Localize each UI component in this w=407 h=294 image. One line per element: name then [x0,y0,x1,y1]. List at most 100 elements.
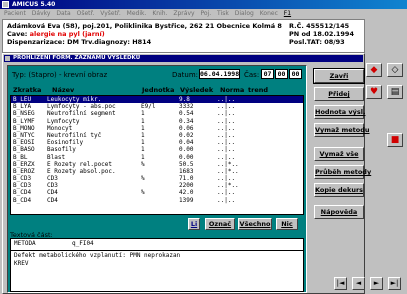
result-cell-zkratka: B_BL [13,153,28,161]
right-toolbar: ◆ ◇ ♥ ▤ ■ [365,53,407,294]
text-method-label: METODA [14,240,36,247]
result-cell-nazev: CD3 [47,182,58,190]
result-cell-vysledek: 0.00 [179,153,194,161]
menu-item[interactable]: Vyšetř. [100,10,121,17]
result-cell-nazev: CD4 [47,196,58,204]
text-method-code: q_FI04 [72,240,94,247]
result-cell-zkratka: B_LYMF [13,117,35,125]
method-progress-button[interactable]: Průběh metody [314,165,371,179]
col-vysledek: Výsledek [180,86,214,94]
result-cell-zkratka: B_CD4 [13,189,32,197]
result-row[interactable]: B_BL Blast 1 0.00 ..|.. [11,154,303,161]
diamond-icon[interactable]: ◇ [387,63,403,77]
result-cell-jednotka: 1 [141,139,145,147]
red-diamond-icon[interactable]: ◆ [366,63,382,77]
result-cell-jednotka: 1 [141,146,145,154]
nav-next-button[interactable]: ► [370,277,383,290]
datum-label: Datum: [172,71,199,79]
result-row[interactable]: B_LYMF Lymfocyty 1 0.34 ..|.. [11,118,303,125]
menu-bar: Pacient Dávky Data Ošetř. Vyšetř. Medik.… [0,9,407,18]
copy-dekurs-button[interactable]: Kopie dekurs [314,183,364,197]
add-button[interactable]: Přidej [314,87,364,101]
text-divider [11,250,303,251]
result-cell-nazev: E Rozety rel.pocet [47,160,113,168]
patient-name-line: Adámková Eva (58), poj.201, Poliklinika … [7,22,282,30]
delete-method-button[interactable]: Vymaž metodu [314,123,370,137]
result-cell-nazev: Eosinofily [47,139,84,147]
menu-item[interactable]: Data [56,10,70,17]
menu-item[interactable]: Dávky [32,10,51,17]
result-row[interactable]: B_NTYC Neutrofilní tyč 1 0.02 ..|.. [11,132,303,139]
result-cell-norma: ..|.. [217,189,236,197]
nav-prev-button[interactable]: ◄ [352,277,365,290]
result-row[interactable]: B_LYA Lymfocyty - abs.poc E9/l 3332 ..|.. [11,103,303,110]
menu-item[interactable]: Medik. [127,10,147,17]
result-row[interactable]: B_ERZX E Rozety rel.pocet% 50.5 ..|*.. [11,161,303,168]
cas-minute-field[interactable]: 00 [275,69,288,79]
results-panel: Typ: (Stapro) - krevní obraz Datum: 06.0… [7,65,307,293]
heart-icon[interactable]: ♥ [366,85,382,99]
result-cell-norma: ..|.. [217,110,236,118]
text-part-box[interactable]: METODA q_FI04 Defekt metabolického vzpla… [10,238,304,292]
menu-item[interactable]: Ošetř. [77,10,95,17]
result-row[interactable]: B_CD4 CD4% 42.0 ..|.. [11,189,303,196]
result-row[interactable]: B_LEU Leukocyty mikr. 9.8 ..|.. [11,96,303,104]
result-type: Typ: (Stapro) - krevní obraz [12,71,108,79]
vsechno-button[interactable]: Všechno [238,218,272,230]
result-cell-vysledek: 0.04 [179,139,194,147]
result-row[interactable]: B_EOSI Eosinofily 1 0.04 ..|.. [11,139,303,146]
result-cell-zkratka: B_MONO [13,124,35,132]
result-value-button[interactable]: Hodnota výsl. [314,105,365,119]
nav-last-button[interactable]: ►| [388,277,401,290]
nav-first-button[interactable]: |◄ [334,277,347,290]
result-row[interactable]: B_NSEG Neutrofilní segment 1 0.54 ..|.. [11,110,303,117]
result-cell-nazev: Blast [47,153,66,161]
result-row[interactable]: B_CD3 CD3% 71.0 ..|.. [11,175,303,182]
result-cell-vysledek: 1683 [179,167,194,175]
result-cell-zkratka: B_EROZ [13,167,35,175]
dialog-menu-icon[interactable] [5,56,10,61]
menu-item[interactable]: Tisk [217,10,229,17]
col-norma: Norma [220,86,245,94]
menu-item-help[interactable]: F1 [284,10,291,17]
menu-item[interactable]: Pacient [4,10,26,17]
cas-second-field[interactable]: 00 [289,69,302,79]
result-cell-zkratka: B_CD3 [13,182,32,190]
menu-item[interactable]: Poj. [200,10,211,17]
car-icon[interactable]: ■ [387,133,403,147]
result-row[interactable]: B_MONO Monocyt 1 0.06 ..|.. [11,125,303,132]
li-button[interactable]: Li [188,218,200,230]
result-cell-jednotka: 1 [141,153,145,161]
delete-all-button[interactable]: Vymaž vše [314,147,364,161]
col-zkratka: Zkratka [13,86,42,94]
result-cell-nazev: E Rozety absol.poc. [47,167,116,175]
result-cell-norma: ..|.. [217,117,236,125]
cave-label: Cave: [7,30,28,38]
result-row[interactable]: B_CD4 CD4 1399 ..|.. [11,197,303,204]
menu-item[interactable]: Dialog [235,10,254,17]
result-cell-zkratka: B_CD4 [13,196,32,204]
result-cell-vysledek: 50.5 [179,160,194,168]
results-list[interactable]: B_LEU Leukocyty mikr. 9.8 ..|.. B_LYA Lymfocy… [10,95,304,215]
result-cell-nazev: CD4 [47,189,58,197]
app-title: AMICUS 5.40 [12,1,56,8]
result-cell-nazev: Leukocyty mikr. [47,96,102,103]
result-row[interactable]: B_BASO Basofily 1 0.00 ..|.. [11,146,303,153]
help-button[interactable]: Nápověda [314,205,364,219]
result-cell-norma: ..|.. [217,103,236,111]
menu-item[interactable]: Knih. [152,10,167,17]
oznac-button[interactable]: Označ [205,218,235,230]
result-cell-vysledek: 0.06 [179,124,194,132]
menu-item[interactable]: Zprávy [173,10,194,17]
document-icon[interactable]: ▤ [387,85,403,99]
datum-field[interactable]: 06.04.1998 [199,69,240,79]
result-row[interactable]: B_CD3 CD3 2200 ..|*.. [11,182,303,189]
result-cell-vysledek: 2200 [179,182,194,190]
cas-hour-field[interactable]: 07 [261,69,274,79]
result-cell-jednotka: % [141,189,145,197]
nic-button[interactable]: Nic [276,218,298,230]
close-button[interactable]: Zavři [313,68,365,84]
menu-item[interactable]: Konec [260,10,278,17]
result-row[interactable]: B_EROZ E Rozety absol.poc. 1683 ..|*.. [11,168,303,175]
result-cell-zkratka: B_BASO [13,146,35,154]
